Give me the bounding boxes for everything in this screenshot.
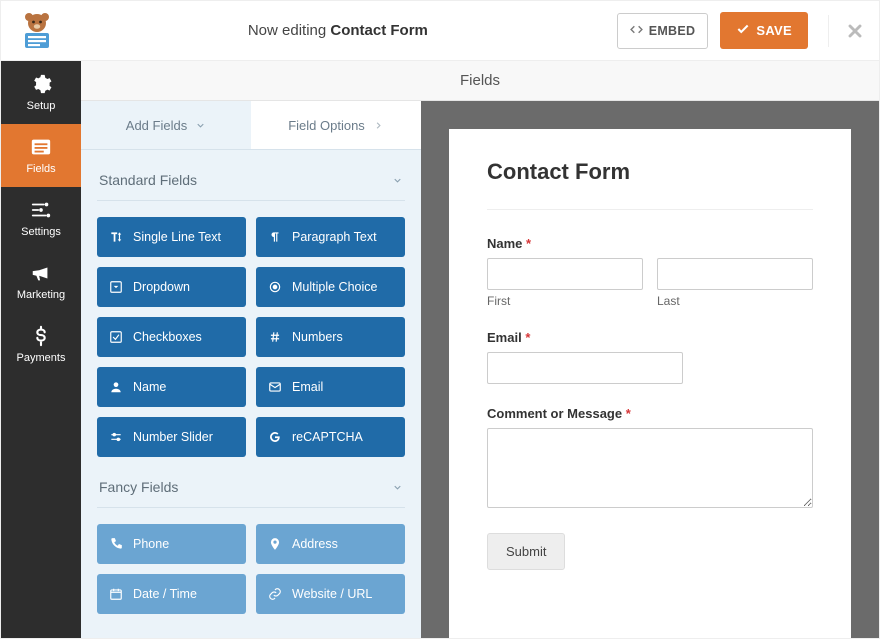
email-input[interactable] — [487, 352, 683, 384]
email-label: Email * — [487, 330, 813, 345]
sliders-icon — [30, 199, 52, 221]
app-logo — [15, 9, 59, 53]
field-button-recaptcha[interactable]: reCAPTCHA — [256, 417, 405, 457]
tab-field-options[interactable]: Field Options — [251, 101, 421, 149]
sliders-icon — [109, 430, 123, 444]
dollar-icon — [30, 325, 52, 347]
fields-panel: Add Fields Field Options Standard Fields… — [81, 101, 421, 638]
google-icon — [268, 430, 282, 444]
editing-form-name: Contact Form — [330, 22, 428, 39]
field-button-numbers[interactable]: Numbers — [256, 317, 405, 357]
calendar-icon — [109, 587, 123, 601]
topbar: Now editing Contact Form EMBED SAVE — [1, 1, 879, 61]
field-button-paragraph-text[interactable]: Paragraph Text — [256, 217, 405, 257]
form-title: Contact Form — [487, 159, 813, 210]
preview-area: Contact Form Name * First — [421, 101, 879, 638]
field-button-address[interactable]: Address — [256, 524, 405, 564]
required-mark: * — [525, 330, 530, 345]
field-message: Comment or Message * — [487, 406, 813, 513]
text-height-icon — [109, 230, 123, 244]
sidenav: Setup Fields Settings Marketing Payments — [1, 61, 81, 638]
phone-icon — [109, 537, 123, 551]
chevron-down-icon — [392, 482, 403, 493]
embed-button[interactable]: EMBED — [617, 13, 709, 49]
field-grid-fancy: PhoneAddressDate / TimeWebsite / URL — [97, 524, 405, 614]
field-email: Email * — [487, 330, 813, 384]
user-icon — [109, 380, 123, 394]
section-head-standard[interactable]: Standard Fields — [97, 150, 405, 201]
code-icon — [630, 23, 643, 39]
dot-circle-icon — [268, 280, 282, 294]
name-label: Name * — [487, 236, 813, 251]
field-button-number-slider[interactable]: Number Slider — [97, 417, 246, 457]
save-button[interactable]: SAVE — [720, 12, 808, 49]
embed-label: EMBED — [649, 24, 696, 38]
envelope-icon — [268, 380, 282, 394]
save-label: SAVE — [756, 23, 792, 38]
first-sublabel: First — [487, 294, 643, 308]
field-button-email[interactable]: Email — [256, 367, 405, 407]
close-icon — [845, 21, 865, 41]
tab-add-fields[interactable]: Add Fields — [81, 101, 251, 149]
field-button-single-line-text[interactable]: Single Line Text — [97, 217, 246, 257]
map-pin-icon — [268, 537, 282, 551]
subheader-title: Fields — [460, 72, 500, 89]
fields-scroll[interactable]: Standard Fields Single Line TextParagraph… — [81, 150, 421, 638]
editing-prefix: Now editing — [248, 22, 331, 39]
message-input[interactable] — [487, 428, 813, 508]
link-icon — [268, 587, 282, 601]
top-actions: EMBED SAVE — [617, 12, 865, 49]
field-button-checkboxes[interactable]: Checkboxes — [97, 317, 246, 357]
required-mark: * — [526, 236, 531, 251]
chevron-down-icon — [195, 120, 206, 131]
section-head-fancy[interactable]: Fancy Fields — [97, 457, 405, 508]
pilcrow-icon — [268, 230, 282, 244]
field-button-phone[interactable]: Phone — [97, 524, 246, 564]
required-mark: * — [626, 406, 631, 421]
sidenav-item-setup[interactable]: Setup — [1, 61, 81, 124]
form-preview[interactable]: Contact Form Name * First — [449, 129, 851, 638]
submit-button[interactable]: Submit — [487, 533, 565, 570]
field-button-name[interactable]: Name — [97, 367, 246, 407]
panel-tabs: Add Fields Field Options — [81, 101, 421, 150]
chevron-down-icon — [392, 175, 403, 186]
chevron-right-icon — [373, 120, 384, 131]
caret-square-icon — [109, 280, 123, 294]
field-name: Name * First Last — [487, 236, 813, 308]
sidenav-item-fields[interactable]: Fields — [1, 124, 81, 187]
gear-icon — [30, 73, 52, 95]
page-title: Now editing Contact Form — [59, 22, 617, 39]
subheader: Fields — [81, 61, 879, 101]
close-button[interactable] — [828, 15, 865, 47]
field-button-website-url[interactable]: Website / URL — [256, 574, 405, 614]
check-icon — [736, 22, 750, 39]
sidenav-item-payments[interactable]: Payments — [1, 313, 81, 376]
first-name-input[interactable] — [487, 258, 643, 290]
field-button-multiple-choice[interactable]: Multiple Choice — [256, 267, 405, 307]
sidenav-item-marketing[interactable]: Marketing — [1, 250, 81, 313]
message-label: Comment or Message * — [487, 406, 813, 421]
field-button-date-time[interactable]: Date / Time — [97, 574, 246, 614]
list-icon — [30, 136, 52, 158]
hash-icon — [268, 330, 282, 344]
last-sublabel: Last — [657, 294, 813, 308]
sidenav-item-settings[interactable]: Settings — [1, 187, 81, 250]
last-name-input[interactable] — [657, 258, 813, 290]
check-square-icon — [109, 330, 123, 344]
field-button-dropdown[interactable]: Dropdown — [97, 267, 246, 307]
field-grid-standard: Single Line TextParagraph TextDropdownMu… — [97, 217, 405, 457]
bullhorn-icon — [30, 262, 52, 284]
